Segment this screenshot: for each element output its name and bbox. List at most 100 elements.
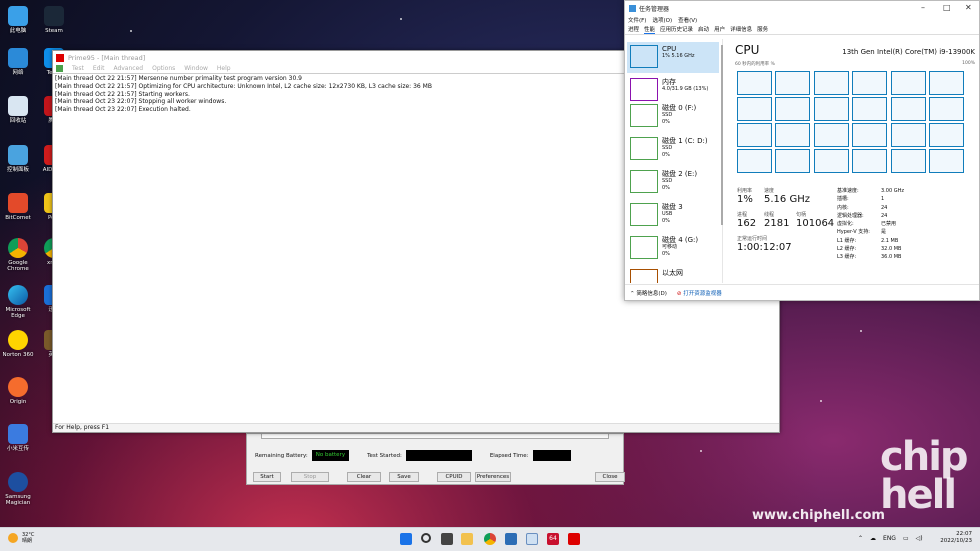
desktop-icon-steam[interactable]: Steam xyxy=(36,6,72,34)
spec-value: 已禁用 xyxy=(881,221,897,228)
tab-services[interactable]: 服务 xyxy=(757,25,768,33)
threads-value: 2181 xyxy=(764,218,790,229)
desktop-icon-chrome[interactable]: Google Chrome xyxy=(0,238,36,272)
network-icon[interactable]: ▭ xyxy=(903,535,909,542)
menu-advanced[interactable]: Advanced xyxy=(113,65,143,72)
taskbar: 32°C 晴朗 64 ⌃ ☁ ENG ▭ ◁) 22:07 2022/10/23 xyxy=(0,527,980,551)
close-button[interactable]: Close xyxy=(595,472,625,482)
menu-options[interactable]: 选项(O) xyxy=(652,16,672,24)
start-icon[interactable] xyxy=(400,533,412,545)
ethernet-thumb-graph xyxy=(630,269,658,283)
stop-button[interactable]: Stop xyxy=(291,472,329,482)
desktop-icon-bitcomet[interactable]: BitComet xyxy=(0,193,36,221)
maximize-icon[interactable]: □ xyxy=(943,3,951,12)
sidebar-item-disk0[interactable]: 磁盘 0 (F:) SSD 0% xyxy=(627,101,719,132)
volume-icon[interactable]: ◁) xyxy=(916,535,923,542)
desktop-icon-norton[interactable]: Norton 360 xyxy=(0,330,36,358)
task-manager-icon[interactable] xyxy=(526,533,538,545)
prime95-icon[interactable] xyxy=(568,533,580,545)
core-graph xyxy=(852,71,888,95)
desktop-icon-origin[interactable]: Origin xyxy=(0,377,36,405)
prime95-logo-icon xyxy=(56,53,64,62)
disk-thumb-graph xyxy=(630,137,658,160)
control-panel-icon xyxy=(8,145,28,165)
desktop-icon-edge[interactable]: Microsoft Edge xyxy=(0,285,36,319)
tab-processes[interactable]: 进程 xyxy=(628,25,639,33)
core-graph xyxy=(890,149,926,173)
remaining-battery-label: Remaining Battery: xyxy=(255,452,308,459)
sidebar-item-ethernet[interactable]: 以太网 xyxy=(627,266,719,283)
sidebar-item-disk2[interactable]: 磁盘 2 (E:) SSD 0% xyxy=(627,167,719,198)
desktop-icon-recycle-bin[interactable]: 回收站 xyxy=(0,96,36,124)
chrome-icon[interactable] xyxy=(484,533,496,545)
tab-details[interactable]: 详细信息 xyxy=(730,25,752,33)
handles-value: 101064 xyxy=(796,218,835,229)
spec-value: 1 xyxy=(881,196,885,203)
sidebar-item-disk4[interactable]: 磁盘 4 (G:) 可移动 0% xyxy=(627,233,719,264)
sidebar-item-name: 内存 xyxy=(662,78,676,86)
aida64-icon[interactable]: 64 xyxy=(547,533,559,545)
task-view-icon[interactable] xyxy=(441,533,453,545)
sidebar-item-disk3[interactable]: 磁盘 3 USB 0% xyxy=(627,200,719,231)
desktop-icon-control-panel[interactable]: 控制面板 xyxy=(0,145,36,173)
usage-label: 利用率 xyxy=(737,188,753,194)
taskmgr-titlebar[interactable]: 任务管理器 xyxy=(625,1,979,15)
menu-help[interactable]: Help xyxy=(217,65,231,72)
tab-startup[interactable]: 启动 xyxy=(698,25,709,33)
minimize-icon[interactable]: – xyxy=(921,3,925,12)
desktop-icon-this-pc[interactable]: 此电脑 xyxy=(0,6,36,34)
mi-share-icon xyxy=(8,424,28,444)
core-graph xyxy=(928,123,964,147)
desktop-icon-mi-share[interactable]: 小米互传 xyxy=(0,424,36,452)
menu-window[interactable]: Window xyxy=(184,65,208,72)
cloud-icon[interactable]: ☁ xyxy=(870,535,876,542)
weather-widget[interactable]: 32°C 晴朗 xyxy=(8,532,34,544)
sidebar-scrollbar[interactable] xyxy=(721,45,723,225)
tab-performance[interactable]: 性能 xyxy=(644,25,656,34)
processes-value: 162 xyxy=(737,218,757,229)
menu-view[interactable]: 查看(V) xyxy=(678,16,697,24)
preferences-button[interactable]: Preferences xyxy=(475,472,511,482)
graph-caption: 60 秒内的利用率 % xyxy=(735,62,775,67)
sidebar-item-percent: 0% xyxy=(662,250,670,257)
tab-app-history[interactable]: 应用历史记录 xyxy=(660,25,693,33)
open-resmon-link[interactable]: ⊘ 打开资源监视器 xyxy=(677,289,722,297)
core-graph xyxy=(852,123,888,147)
perf-sidebar: CPU 1% 5.16 GHz 内存 4.0/31.9 GB (13%) 磁盘 0 … xyxy=(625,39,723,283)
close-icon[interactable]: ✕ xyxy=(965,3,972,12)
desktop-icon-network[interactable]: 网络 xyxy=(0,48,36,76)
cpuid-button[interactable]: CPUID xyxy=(437,472,471,482)
sun-icon xyxy=(8,533,18,543)
clock[interactable]: 22:07 2022/10/23 xyxy=(930,531,972,545)
watermark-text: www.chiphell.com xyxy=(752,508,885,523)
brief-info-link[interactable]: ⌃ 简略信息(D) xyxy=(630,289,667,297)
network-icon xyxy=(8,48,28,68)
search-icon[interactable] xyxy=(421,533,431,543)
tab-users[interactable]: 用户 xyxy=(714,25,725,33)
menu-options[interactable]: Options xyxy=(152,65,175,72)
sidebar-item-detail: 1% 5.16 GHz xyxy=(662,53,695,59)
desktop-icon-samsung-magician[interactable]: Samsung Magician xyxy=(0,472,36,506)
core-graph xyxy=(775,71,811,95)
clear-button[interactable]: Clear xyxy=(347,472,381,482)
save-button[interactable]: Save xyxy=(389,472,419,482)
start-button[interactable]: Start xyxy=(253,472,281,482)
chevron-up-icon[interactable]: ⌃ xyxy=(858,535,863,542)
file-explorer-icon[interactable] xyxy=(461,533,473,545)
test-started-value xyxy=(405,450,472,461)
core-graph xyxy=(813,149,849,173)
core-graph xyxy=(852,97,888,121)
cpu-core-graphs xyxy=(737,71,964,173)
sidebar-item-cpu[interactable]: CPU 1% 5.16 GHz xyxy=(627,42,719,73)
menu-edit[interactable]: Edit xyxy=(93,65,105,72)
app-icon[interactable] xyxy=(505,533,517,545)
sidebar-item-name: 磁盘 2 (E:) xyxy=(662,170,698,178)
menu-test[interactable]: Test xyxy=(72,65,84,72)
cpu-model: 13th Gen Intel(R) Core(TM) i9-13900K xyxy=(842,48,975,56)
spec-key: 内核: xyxy=(837,204,849,211)
threads-label: 线程 xyxy=(764,212,775,218)
sidebar-item-disk1[interactable]: 磁盘 1 (C: D:) SSD 0% xyxy=(627,134,719,165)
menu-file[interactable]: 文件(F) xyxy=(628,16,646,24)
core-graph xyxy=(852,149,888,173)
lang-indicator[interactable]: ENG xyxy=(883,535,896,542)
